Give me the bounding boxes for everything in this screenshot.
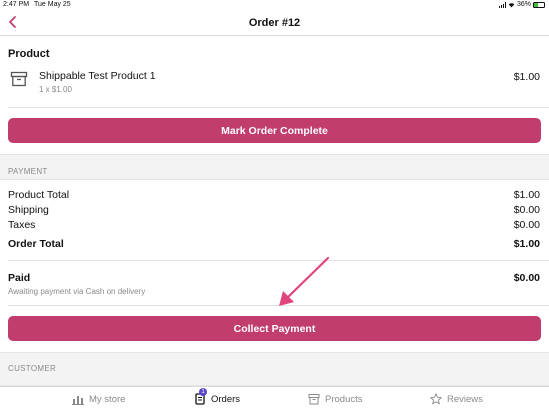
box-icon bbox=[308, 394, 320, 405]
taxes-row: Taxes $0.00 bbox=[8, 219, 540, 233]
tab-my-store-label: My store bbox=[89, 393, 126, 405]
bar-chart-icon bbox=[72, 396, 84, 405]
divider bbox=[8, 107, 549, 108]
taxes-value: $0.00 bbox=[513, 219, 540, 231]
product-total-label: Product Total bbox=[8, 189, 70, 201]
product-total-value: $1.00 bbox=[513, 189, 540, 201]
payment-section-header: PAYMENT bbox=[0, 154, 549, 180]
shipping-value: $0.00 bbox=[513, 204, 540, 216]
tab-bar: My store 1 Orders Products Reviews bbox=[0, 386, 549, 412]
product-price: $1.00 bbox=[513, 71, 540, 83]
status-bar: 2:47 PM Tue May 25 36% bbox=[0, 0, 549, 10]
status-time: 2:47 PM bbox=[3, 1, 30, 8]
customer-section-label: CUSTOMER bbox=[8, 364, 57, 373]
shipping-row: Shipping $0.00 bbox=[8, 204, 540, 218]
tab-orders[interactable]: 1 Orders bbox=[194, 388, 241, 405]
star-icon bbox=[430, 393, 442, 405]
payment-section-label: PAYMENT bbox=[8, 167, 48, 176]
navigation-bar: Order #12 bbox=[0, 10, 549, 36]
order-total-value: $1.00 bbox=[513, 238, 540, 250]
tab-reviews[interactable]: Reviews bbox=[430, 393, 483, 405]
annotation-arrow-icon bbox=[279, 256, 330, 306]
tab-reviews-label: Reviews bbox=[447, 393, 483, 405]
battery-icon bbox=[533, 1, 545, 8]
payment-method-note: Awaiting payment via Cash on delivery bbox=[8, 287, 146, 296]
status-right: 36% bbox=[498, 1, 545, 8]
battery-percent: 36% bbox=[516, 1, 531, 8]
tab-orders-label: Orders bbox=[211, 393, 241, 405]
taxes-label: Taxes bbox=[8, 219, 36, 231]
paid-label: Paid bbox=[8, 272, 31, 284]
mark-order-complete-button[interactable]: Mark Order Complete bbox=[8, 118, 541, 143]
archive-box-icon bbox=[10, 71, 28, 87]
product-name: Shippable Test Product 1 bbox=[39, 70, 156, 82]
shipping-label: Shipping bbox=[8, 204, 49, 216]
paid-value: $0.00 bbox=[513, 272, 540, 284]
product-total-row: Product Total $1.00 bbox=[8, 189, 540, 203]
wifi-icon bbox=[508, 2, 515, 7]
tab-my-store[interactable]: My store bbox=[72, 393, 125, 405]
order-total-label: Order Total bbox=[8, 238, 64, 250]
cellular-signal-icon bbox=[498, 1, 506, 8]
product-section-title: Product bbox=[8, 48, 50, 60]
customer-section-header: CUSTOMER bbox=[0, 352, 549, 386]
product-row[interactable]: Shippable Test Product 1 1 x $1.00 $1.00 bbox=[0, 66, 549, 102]
collect-payment-button[interactable]: Collect Payment bbox=[8, 316, 541, 341]
tab-products[interactable]: Products bbox=[308, 393, 363, 405]
tab-products-label: Products bbox=[325, 393, 363, 405]
page-title: Order #12 bbox=[248, 17, 301, 29]
status-date: Tue May 25 bbox=[34, 1, 71, 8]
product-quantity: 1 x $1.00 bbox=[39, 85, 72, 94]
orders-badge: 1 bbox=[199, 388, 207, 396]
battery-level bbox=[534, 2, 538, 7]
